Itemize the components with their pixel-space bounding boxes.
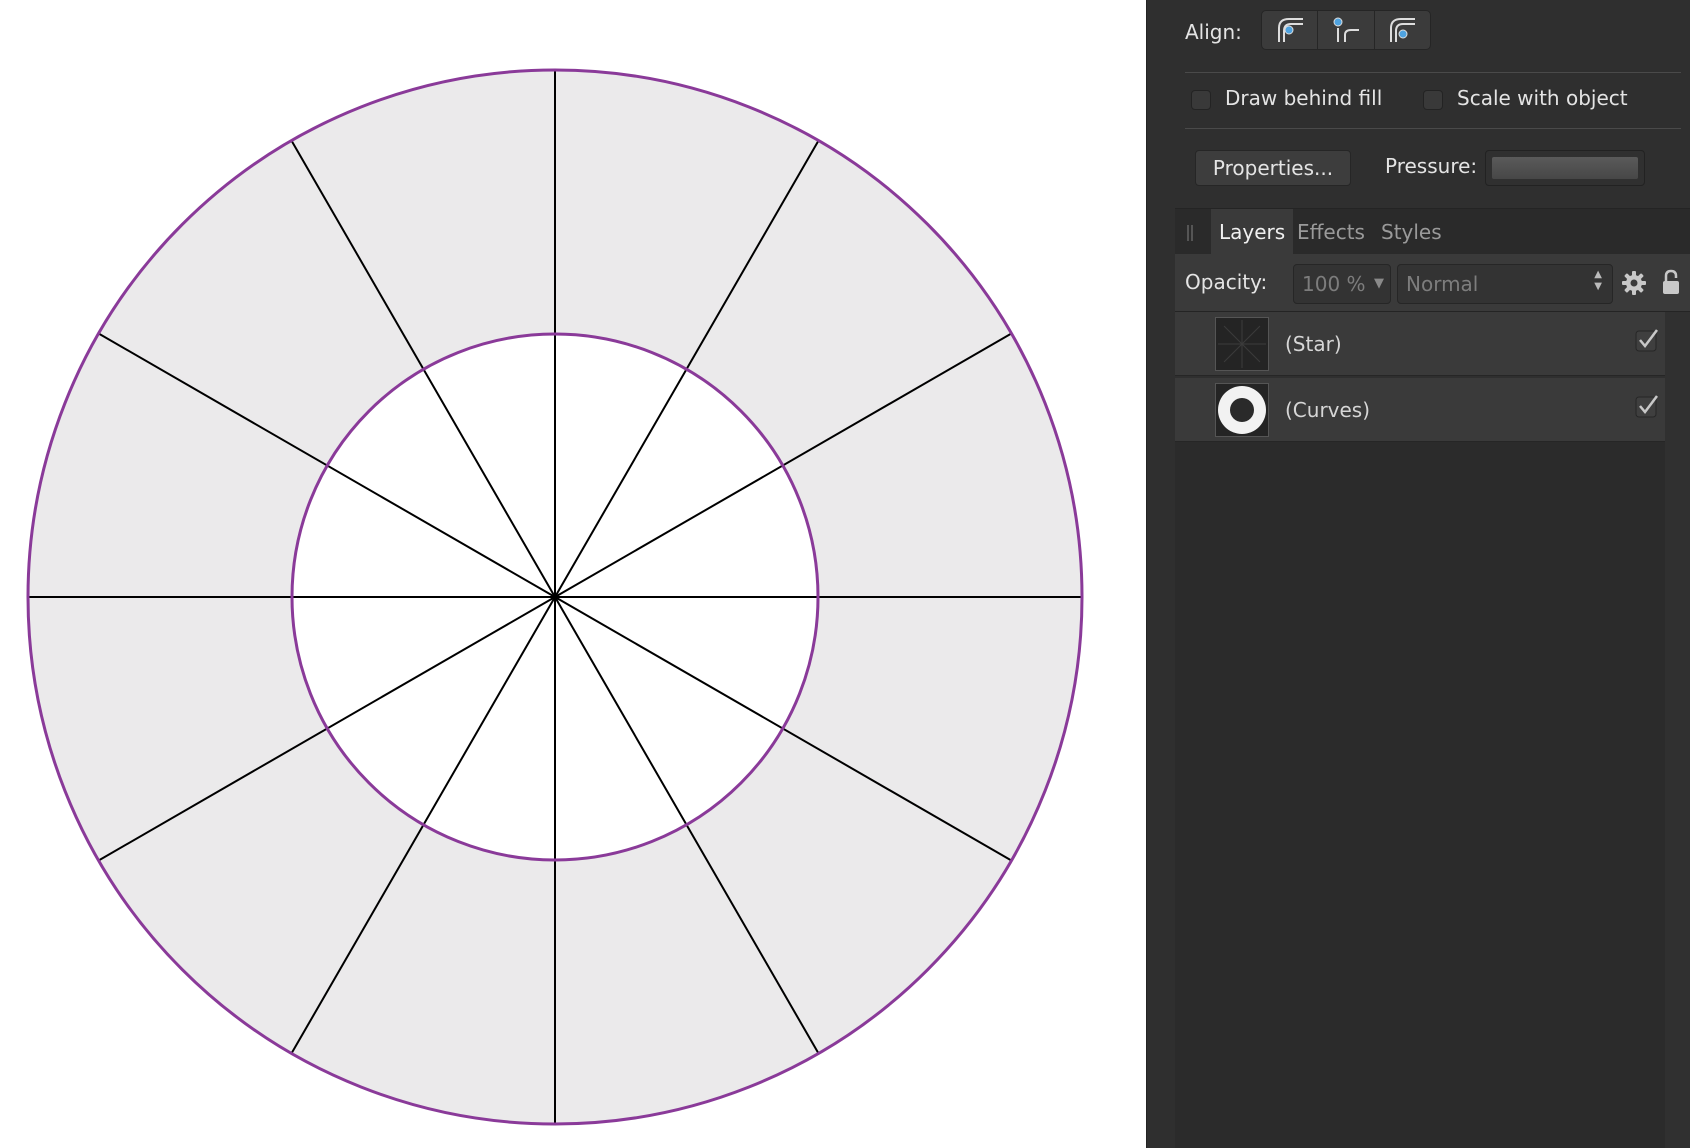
properties-button[interactable]: Properties... — [1195, 150, 1351, 186]
layer-name: (Star) — [1285, 332, 1342, 356]
tab-layers[interactable]: Layers — [1211, 209, 1294, 255]
align-center-button[interactable] — [1318, 11, 1375, 49]
opacity-value: 100 % — [1302, 272, 1366, 296]
lock-icon[interactable] — [1661, 268, 1681, 296]
align-inside-button[interactable] — [1262, 11, 1319, 49]
pressure-label: Pressure: — [1385, 154, 1478, 178]
layer-visibility-checkbox[interactable] — [1635, 328, 1659, 352]
divider — [1185, 72, 1681, 73]
scale-with-object-label: Scale with object — [1457, 86, 1628, 110]
opacity-label: Opacity: — [1185, 270, 1268, 294]
inspector-panel: Align: Draw behind fill Scale with objec… — [1146, 0, 1690, 1148]
pressure-control[interactable] — [1485, 150, 1645, 186]
layers-scrollbar[interactable] — [1665, 312, 1690, 1148]
layer-row-curves[interactable]: (Curves) — [1175, 378, 1665, 442]
tab-effects[interactable]: Effects — [1289, 209, 1373, 255]
layer-visibility-checkbox[interactable] — [1635, 394, 1659, 418]
align-center-icon — [1333, 17, 1359, 42]
layer-thumbnail-star — [1215, 317, 1269, 371]
curves-thumbnail-icon — [1218, 386, 1266, 434]
layers-empty-area — [1175, 442, 1665, 1148]
divider — [1185, 128, 1681, 129]
tab-bar: Layers Effects Styles — [1175, 208, 1690, 255]
draw-behind-fill-checkbox[interactable] — [1191, 90, 1211, 110]
panel-grip-icon[interactable] — [1187, 225, 1193, 241]
tab-styles[interactable]: Styles — [1373, 209, 1450, 255]
stepper-arrows-icon: ▲ ▼ — [1594, 269, 1602, 292]
scale-with-object-checkbox[interactable] — [1423, 90, 1443, 110]
align-label: Align: — [1185, 20, 1242, 44]
dropdown-arrow-icon: ▼ — [1374, 276, 1384, 291]
layer-row-star[interactable]: (Star) — [1175, 312, 1665, 376]
gear-icon[interactable] — [1621, 270, 1647, 296]
layer-thumbnail-curves — [1215, 383, 1269, 437]
align-inside-icon — [1277, 18, 1303, 42]
blend-mode-select[interactable]: Normal ▲ ▼ — [1397, 264, 1613, 304]
opacity-row: Opacity: 100 % ▼ Normal ▲ ▼ — [1175, 254, 1690, 312]
align-outside-button[interactable] — [1375, 11, 1430, 49]
align-outside-icon — [1390, 18, 1416, 42]
star-thumbnail-icon — [1218, 320, 1266, 368]
align-button-group — [1261, 10, 1431, 50]
wheel-drawing — [26, 68, 1084, 1126]
opacity-field[interactable]: 100 % ▼ — [1293, 264, 1391, 304]
blend-mode-value: Normal — [1406, 272, 1479, 296]
document-canvas[interactable] — [0, 0, 1146, 1148]
layer-name: (Curves) — [1285, 398, 1371, 422]
draw-behind-fill-label: Draw behind fill — [1225, 86, 1383, 110]
